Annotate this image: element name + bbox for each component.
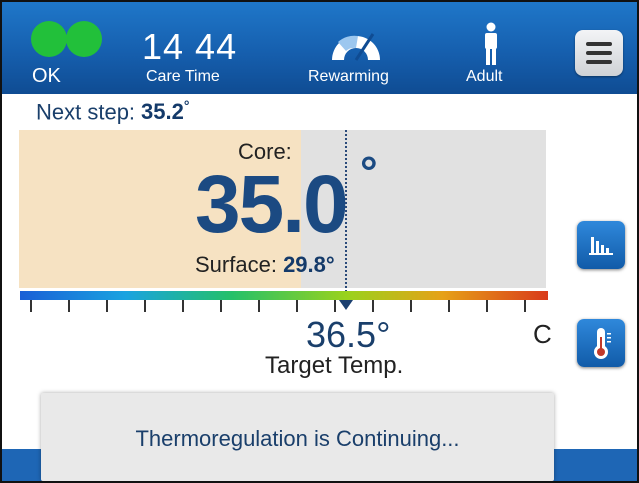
status-text: OK <box>32 65 61 87</box>
care-time-label: Care Time <box>146 68 220 85</box>
thermometer-button[interactable] <box>577 319 625 367</box>
next-step-unit: ° <box>183 98 190 114</box>
care-time-value: 14 44 <box>142 26 238 67</box>
target-marker-line <box>345 130 347 308</box>
temperature-scale-bar <box>20 291 548 300</box>
mode-label: Rewarming <box>308 68 389 85</box>
next-step: Next step: 35.2° <box>36 98 189 125</box>
target-temp[interactable]: 36.5° <box>306 314 390 356</box>
next-step-value: 35.2 <box>141 99 184 125</box>
header-bar: OK 14 44 Care Time Rewarming Adult <box>2 2 637 94</box>
toast-message: Thermoregulation is Continuing... <box>135 426 460 451</box>
surface-label: Surface: <box>195 252 277 277</box>
bar-chart-icon <box>589 237 613 255</box>
adult-person-icon <box>485 22 497 65</box>
surface-temp-unit: ° <box>325 252 335 277</box>
scale-ticks <box>20 300 548 314</box>
next-step-label: Next step: <box>36 99 136 125</box>
patient-type-label: Adult <box>466 68 503 85</box>
menu-button[interactable] <box>575 30 623 76</box>
target-temp-value: 36.5 <box>306 314 377 355</box>
thermometer-icon <box>594 328 611 359</box>
status-light-2-icon <box>66 21 102 57</box>
status-toast: Thermoregulation is Continuing... <box>41 393 554 481</box>
chart-button[interactable] <box>577 221 625 269</box>
surface-temp-value: 29.8 <box>283 252 326 277</box>
scale-unit: C <box>533 319 552 349</box>
core-temp-value: 35.0 <box>195 159 349 250</box>
core-temp-unit: ° <box>360 148 378 197</box>
surface-temp: Surface: 29.8° <box>195 252 335 278</box>
target-pointer-icon <box>339 300 353 310</box>
target-temp-label: Target Temp. <box>265 352 404 379</box>
target-temp-unit: ° <box>376 314 391 355</box>
status-light-1-icon <box>31 21 67 57</box>
device-screen: OK 14 44 Care Time Rewarming Adult Next … <box>0 0 639 483</box>
rewarming-gauge-icon <box>332 33 380 61</box>
